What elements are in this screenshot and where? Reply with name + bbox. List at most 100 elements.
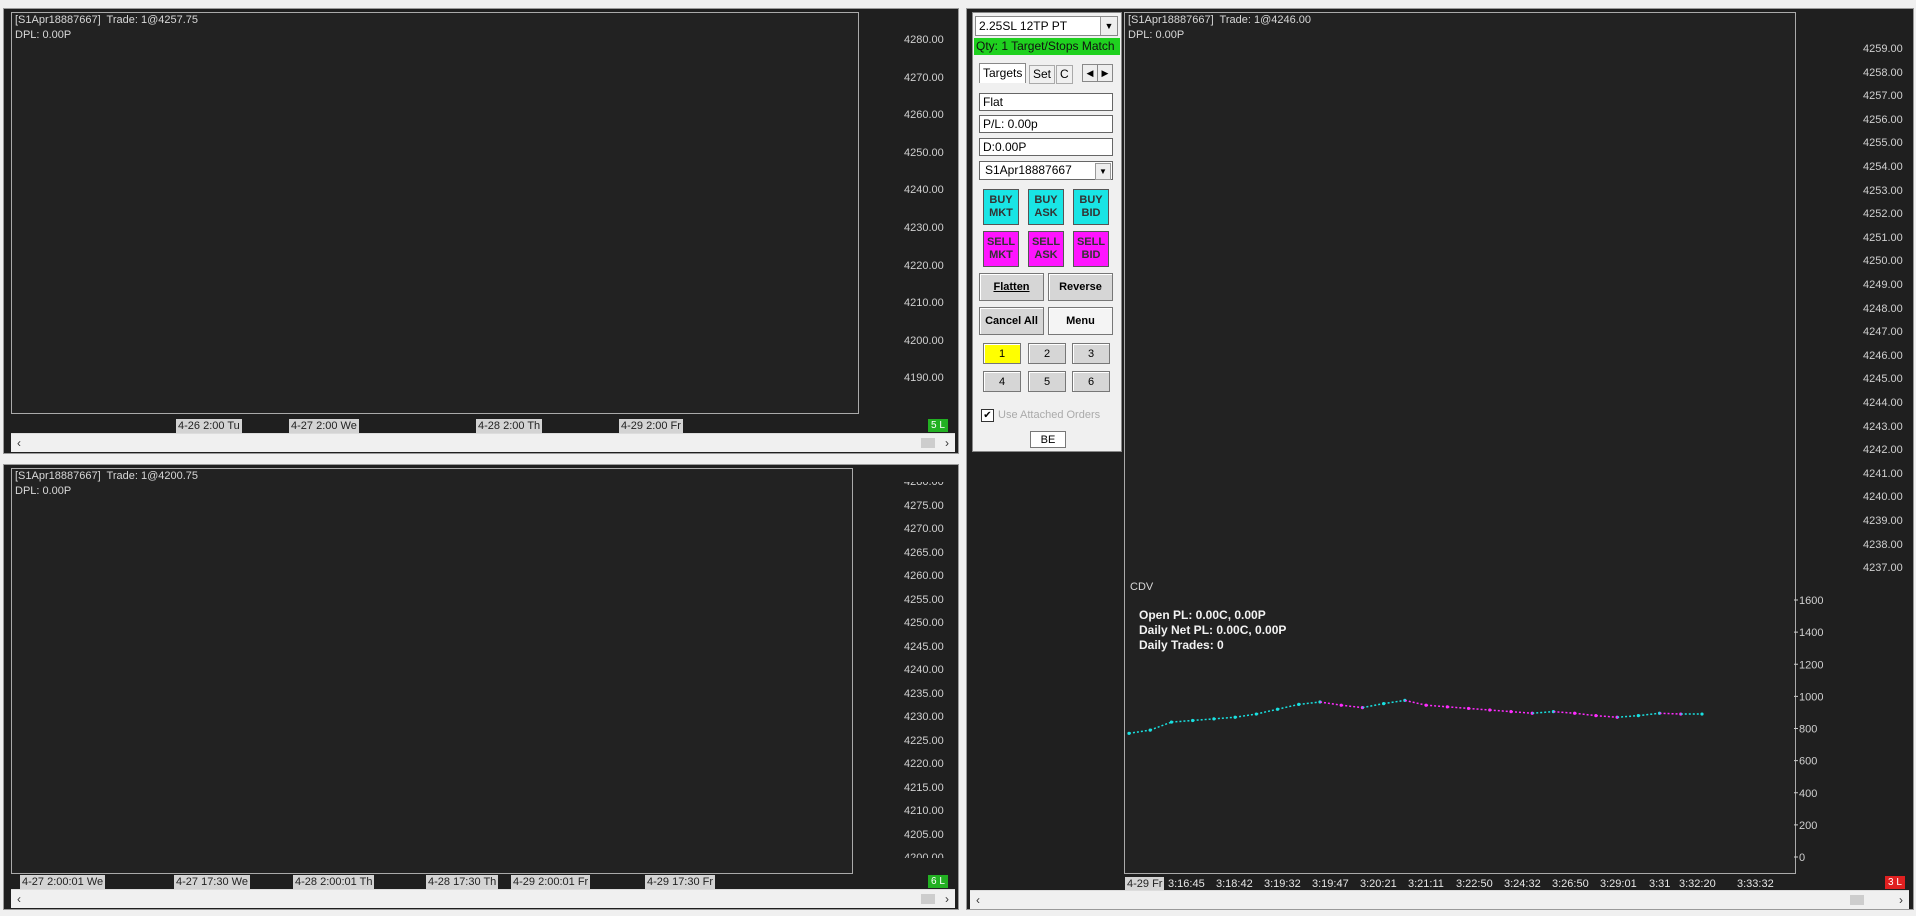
chevron-down-icon[interactable]: ▼ <box>1095 163 1111 180</box>
strategy-select[interactable]: 2.25SL 12TP PT ▼ <box>975 16 1118 36</box>
be-button[interactable]: BE <box>1030 431 1066 448</box>
time-tick-label: 3:20:21 <box>1360 878 1397 890</box>
price-tick-label: 4190.00 <box>904 372 944 385</box>
cdv-segment <box>1404 699 1427 706</box>
buy-bid-button[interactable]: BUY BID <box>1073 189 1109 225</box>
horizontal-scrollbar[interactable]: ‹ › <box>11 889 955 908</box>
price-tick-label: 4235.00 <box>904 687 944 700</box>
price-tick-label: 4215.00 <box>904 781 944 794</box>
position-badge: 6 L <box>928 875 948 888</box>
qty-button-2[interactable]: 2 <box>1028 343 1066 364</box>
sell-market-button[interactable]: SELL MKT <box>983 231 1019 267</box>
qty-button-6[interactable]: 6 <box>1072 371 1110 392</box>
price-tick-label: 4280.00 <box>904 482 944 488</box>
price-tick-label: 4260.00 <box>904 570 944 582</box>
scroll-thumb[interactable] <box>921 438 935 448</box>
chevron-down-icon[interactable]: ▼ <box>1100 17 1117 35</box>
cdv-segment <box>1489 709 1512 713</box>
cdv-tick-label: 400 <box>1799 788 1817 800</box>
cdv-segment <box>1510 710 1533 714</box>
qty-button-3[interactable]: 3 <box>1072 343 1110 364</box>
time-tick-label: 4-28 2:00:01 Th <box>293 875 375 889</box>
price-tick-label: 4210.00 <box>904 297 944 310</box>
time-tick-label: 3:22:50 <box>1456 878 1493 890</box>
sell-bid-button[interactable]: SELL BID <box>1073 231 1109 267</box>
scroll-thumb[interactable] <box>1850 895 1864 905</box>
cdv-segment <box>1553 710 1575 714</box>
cdv-tick-label: 600 <box>1799 756 1817 768</box>
qty-button-4[interactable]: 4 <box>983 371 1021 392</box>
cdv-segment <box>1256 708 1278 715</box>
time-axis: 4-26 2:00 Tu 4-27 2:00 We 4-28 2:00 Th 4-29… <box>4 417 958 433</box>
scroll-right-icon[interactable]: › <box>939 434 955 452</box>
tab-strip: Targets Set C ◀ ▶ <box>979 63 1119 84</box>
account-select[interactable]: S1Apr18887667 ▼ <box>979 161 1113 180</box>
position-badge: 5 L <box>928 419 948 432</box>
time-tick-label: 4-26 2:00 Tu <box>176 419 242 433</box>
scroll-left-icon[interactable]: ‹ <box>11 434 27 452</box>
time-tick-label: 3:16:45 <box>1168 878 1205 890</box>
price-tick-label: 4220.00 <box>904 758 944 770</box>
flatten-button[interactable]: Flatten <box>979 273 1044 301</box>
time-tick-label: 4-29 2:00 Fr <box>619 419 683 433</box>
price-axis: 4280.00 4275.00 4270.00 4265.00 4260.00 4255.… <box>904 482 964 858</box>
price-tick-label: 4270.00 <box>904 523 944 535</box>
price-plot-area[interactable] <box>11 12 859 414</box>
price-tick-label: 4275.00 <box>904 499 944 512</box>
price-tick-label: 4260.00 <box>904 109 944 122</box>
horizontal-scrollbar[interactable]: ‹ › <box>11 433 955 452</box>
cdv-segment <box>1362 702 1384 709</box>
scroll-left-icon[interactable]: ‹ <box>11 890 27 908</box>
cancel-all-button[interactable]: Cancel All <box>979 307 1044 335</box>
price-tick-label: 4200.00 <box>904 852 944 858</box>
cdv-tick-label: 1600 <box>1799 595 1823 607</box>
time-tick-label: 3:31 <box>1649 878 1671 890</box>
buy-market-button[interactable]: BUY MKT <box>983 189 1019 225</box>
position-badge: 3 L <box>1885 876 1905 889</box>
time-tick-label: 3:26:50 <box>1552 878 1589 890</box>
scroll-thumb[interactable] <box>921 894 935 904</box>
use-attached-orders-checkbox[interactable]: ✔ <box>981 409 994 422</box>
price-tick-label: 4255.00 <box>904 593 944 606</box>
qty-button-5[interactable]: 5 <box>1028 371 1066 392</box>
cdv-segment <box>1638 712 1660 717</box>
time-axis: 4-27 2:00:01 We 4-27 17:30 We 4-28 2:00:01… <box>4 873 958 889</box>
menu-button[interactable]: Menu <box>1048 307 1113 335</box>
time-tick-label: 3:29:01 <box>1600 878 1637 890</box>
scroll-right-icon[interactable]: › <box>1893 891 1909 909</box>
qty-button-1[interactable]: 1 <box>983 343 1021 364</box>
tab-c[interactable]: C <box>1056 65 1073 84</box>
time-tick-label: 4-29 2:00:01 Fr <box>511 875 591 889</box>
price-plot-area[interactable] <box>11 468 853 874</box>
time-tick-label: 3:33:32 <box>1737 878 1774 890</box>
tab-scroll-right-icon[interactable]: ▶ <box>1097 64 1113 82</box>
time-tick-label: 3:24:32 <box>1504 878 1541 890</box>
chart-header: [S1Apr18887667] Trade: 1@4200.75 <box>15 470 199 482</box>
cdv-tick-label: 1000 <box>1799 691 1823 703</box>
scroll-left-icon[interactable]: ‹ <box>970 891 986 909</box>
time-tick-label: 3:18:42 <box>1216 878 1253 890</box>
buy-ask-button[interactable]: BUY ASK <box>1028 189 1064 225</box>
horizontal-scrollbar[interactable]: ‹ › <box>970 890 1909 909</box>
price-tick-label: 4240.00 <box>904 184 944 197</box>
cdv-segment <box>1341 704 1363 709</box>
cdv-segment <box>1574 712 1596 717</box>
qty-status-bar: Qty: 1 Target/Stops Match <box>974 38 1120 55</box>
sell-ask-button[interactable]: SELL ASK <box>1028 231 1064 267</box>
price-tick-label: 4210.00 <box>904 805 944 817</box>
reverse-button[interactable]: Reverse <box>1048 273 1113 301</box>
tab-targets[interactable]: Targets <box>979 63 1027 83</box>
chart-header: [S1Apr18887667] Trade: 1@4257.75 <box>15 14 199 26</box>
tab-set[interactable]: Set <box>1029 65 1056 84</box>
cdv-segment <box>1447 706 1469 710</box>
cdv-segment <box>1192 718 1214 722</box>
time-axis: 4-29 Fr 3:16:45 3:18:42 3:19:32 3:19:47 3:20:… <box>967 875 1913 891</box>
price-tick-label: 4250.00 <box>904 617 944 629</box>
price-tick-label: 4245.00 <box>904 640 944 653</box>
tab-scroll-left-icon[interactable]: ◀ <box>1082 64 1098 82</box>
cdv-segment <box>1213 716 1236 720</box>
scroll-right-icon[interactable]: › <box>939 890 955 908</box>
time-tick-label: 4-27 2:00 We <box>289 419 359 433</box>
cdv-segment <box>1319 701 1342 706</box>
price-tick-label: 4225.00 <box>904 734 944 747</box>
